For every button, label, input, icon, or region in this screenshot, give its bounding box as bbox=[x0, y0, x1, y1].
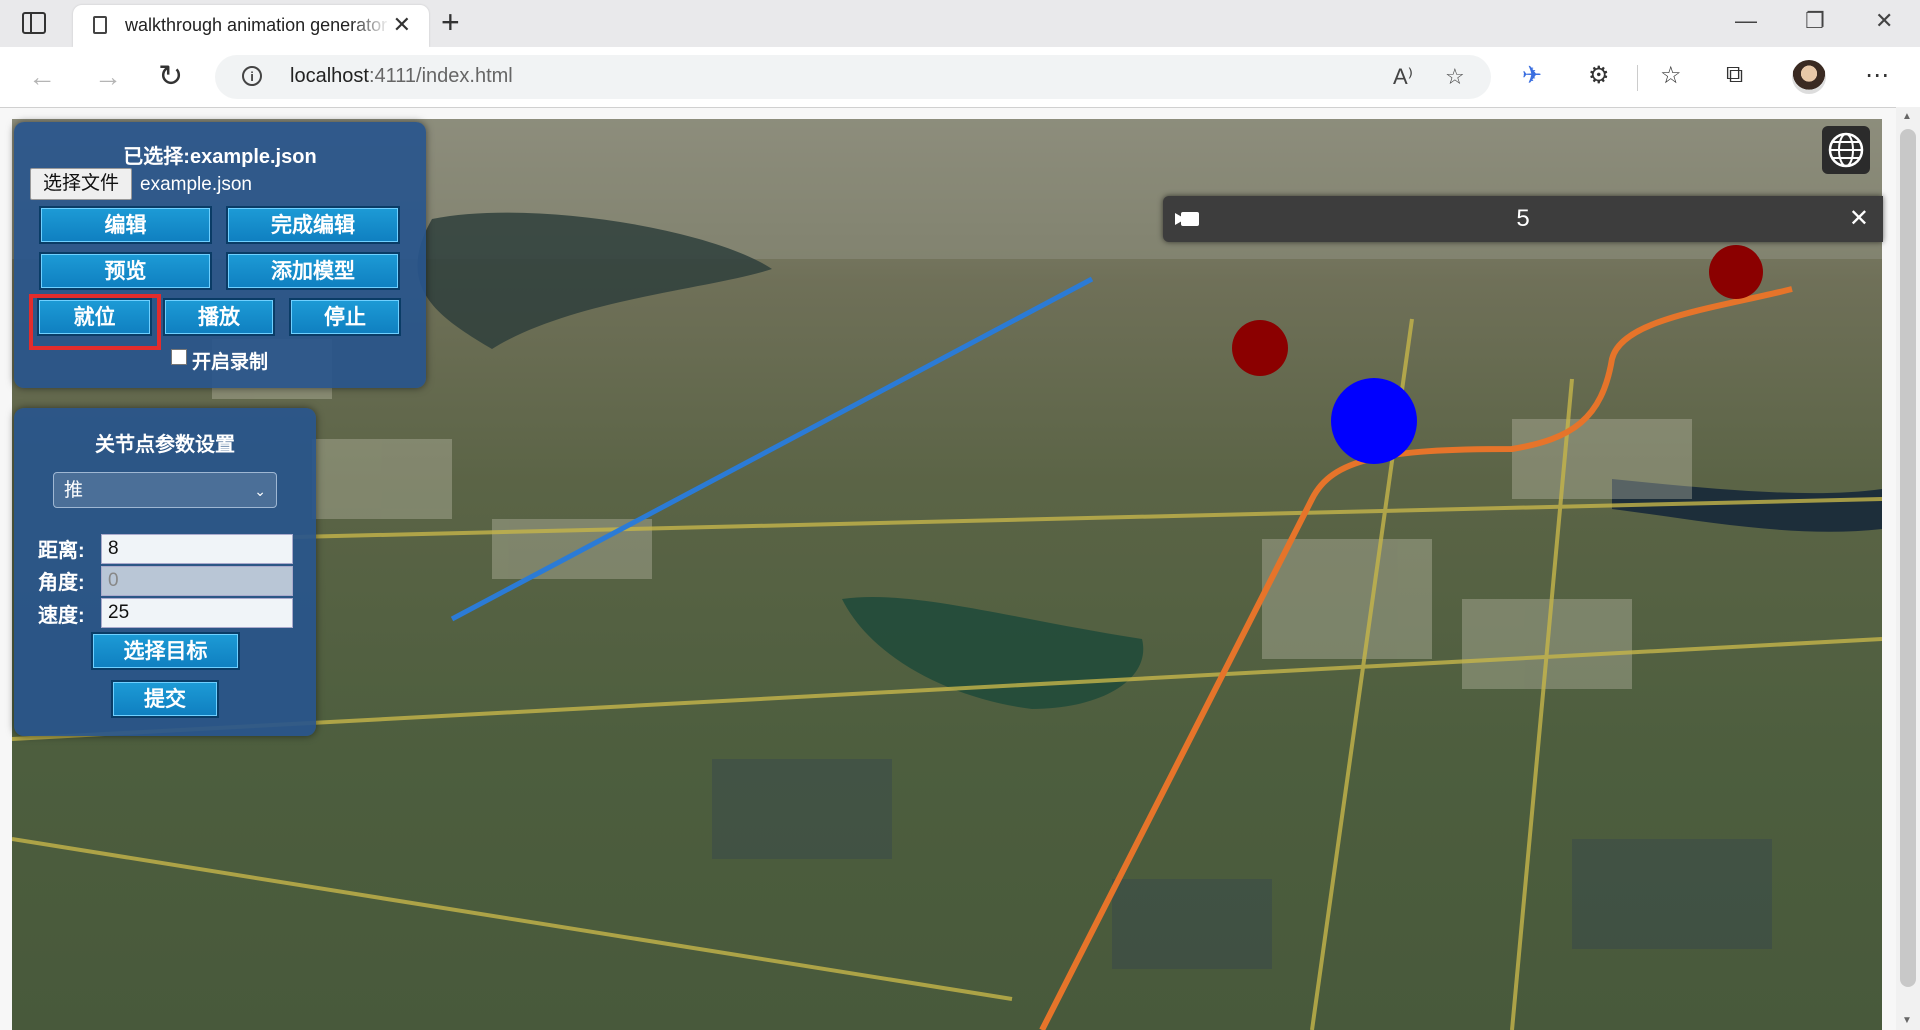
add-favorite-icon[interactable]: ☆ bbox=[1445, 64, 1465, 90]
preview-button[interactable]: 预览 bbox=[39, 252, 212, 290]
distance-label: 距离: bbox=[38, 540, 85, 562]
toolbar-divider bbox=[1637, 65, 1638, 91]
address-bar-row: ← → ↻ i localhost:4111/index.html A⁾ ☆ ✈… bbox=[0, 47, 1920, 108]
select-target-button[interactable]: 选择目标 bbox=[91, 632, 240, 670]
marker-red-keyframe[interactable] bbox=[1709, 245, 1763, 299]
new-tab-button[interactable]: + bbox=[441, 4, 460, 41]
chevron-down-icon: ⌄ bbox=[254, 483, 266, 499]
url-path: :4111/index.html bbox=[368, 65, 513, 87]
more-menu-icon[interactable]: ⋯ bbox=[1865, 61, 1889, 90]
finish-edit-button[interactable]: 完成编辑 bbox=[226, 206, 400, 244]
collections-icon[interactable]: ⧉ bbox=[1726, 61, 1743, 89]
choose-file-button[interactable]: 选择文件 bbox=[30, 168, 132, 200]
popup-number: 5 bbox=[1516, 205, 1530, 232]
restore-button[interactable]: ❐ bbox=[1805, 8, 1825, 34]
profile-avatar[interactable] bbox=[1792, 60, 1826, 94]
add-model-button[interactable]: 添加模型 bbox=[226, 252, 400, 290]
stop-button[interactable]: 停止 bbox=[289, 298, 401, 336]
marker-blue-target[interactable] bbox=[1331, 378, 1417, 464]
edit-button[interactable]: 编辑 bbox=[39, 206, 212, 244]
record-checkbox[interactable] bbox=[171, 349, 187, 365]
file-name-label: example.json bbox=[140, 174, 252, 195]
angle-label: 角度: bbox=[38, 572, 85, 594]
tab-close-icon[interactable]: ✕ bbox=[393, 12, 411, 38]
keyframe-settings-panel: 关节点参数设置 推 ⌄ 距离: 8 角度: 0 速度: 25 选择目标 提交 bbox=[14, 408, 316, 736]
page-scrollbar[interactable]: ▲ ▼ bbox=[1896, 107, 1920, 1030]
speed-input[interactable]: 25 bbox=[101, 598, 293, 628]
keyframe-panel-title: 关节点参数设置 bbox=[95, 434, 235, 456]
favorites-icon[interactable]: ☆ bbox=[1660, 61, 1682, 90]
back-arrow-icon[interactable]: ← bbox=[28, 61, 56, 93]
browser-tab[interactable]: walkthrough animation generator ✕ bbox=[73, 5, 429, 47]
position-button-highlight bbox=[29, 294, 161, 350]
scroll-down-icon[interactable]: ▼ bbox=[1902, 1015, 1912, 1026]
globe-button[interactable] bbox=[1822, 126, 1870, 174]
forward-arrow-icon[interactable]: → bbox=[94, 61, 122, 93]
marker-red-keyframe[interactable] bbox=[1232, 320, 1288, 376]
popup-close-icon[interactable]: ✕ bbox=[1849, 204, 1869, 233]
url-text[interactable]: localhost:4111/index.html bbox=[290, 65, 513, 88]
reload-icon[interactable]: ↻ bbox=[158, 59, 183, 94]
window-close-button[interactable]: ✕ bbox=[1875, 8, 1893, 34]
play-button[interactable]: 播放 bbox=[163, 298, 275, 336]
camera-popup: 5 ✕ bbox=[1163, 196, 1883, 242]
globe-icon bbox=[1828, 132, 1864, 168]
scrollbar-thumb[interactable] bbox=[1900, 129, 1916, 987]
submit-button[interactable]: 提交 bbox=[111, 680, 219, 718]
angle-input[interactable]: 0 bbox=[101, 566, 293, 596]
minimize-button[interactable]: — bbox=[1735, 8, 1757, 34]
record-label: 开启录制 bbox=[192, 352, 269, 373]
mode-select[interactable]: 推 ⌄ bbox=[53, 472, 277, 508]
tab-title: walkthrough animation generator bbox=[125, 15, 388, 35]
mode-select-value: 推 bbox=[64, 480, 84, 501]
speed-label: 速度: bbox=[38, 605, 85, 627]
extensions-puzzle-icon[interactable]: ⚙ bbox=[1588, 61, 1610, 90]
url-host: localhost bbox=[290, 65, 369, 87]
sidebar-toggle-icon[interactable] bbox=[22, 12, 46, 34]
selected-file-title: 已选择:example.json bbox=[123, 146, 317, 168]
read-aloud-icon[interactable]: A⁾ bbox=[1393, 64, 1413, 90]
scroll-up-icon[interactable]: ▲ bbox=[1902, 111, 1912, 122]
browser-tab-bar: walkthrough animation generator ✕ + — ❐ … bbox=[0, 0, 1920, 47]
url-field[interactable]: i localhost:4111/index.html A⁾ ☆ bbox=[215, 55, 1491, 99]
extension-bird-icon[interactable]: ✈ bbox=[1522, 61, 1542, 90]
page-icon bbox=[93, 16, 107, 34]
distance-input[interactable]: 8 bbox=[101, 534, 293, 564]
site-info-icon[interactable]: i bbox=[242, 66, 262, 86]
